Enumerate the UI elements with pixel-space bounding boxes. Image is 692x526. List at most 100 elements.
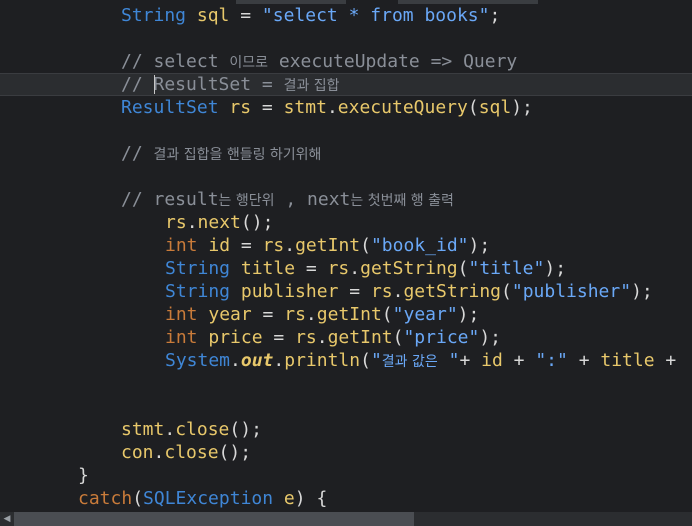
- code-line-comment[interactable]: // select 이므로 executeUpdate => Query: [121, 50, 517, 73]
- token-punctuation: (: [392, 327, 404, 348]
- token-string-korean: 결과 값은: [381, 354, 438, 370]
- token-punctuation: .: [305, 304, 317, 325]
- token-punctuation: );: [544, 258, 567, 279]
- code-line[interactable]: System.out.println("결과 값은 "+ id + ":" + …: [165, 349, 676, 372]
- code-line[interactable]: con.close();: [121, 441, 251, 464]
- token-identifier: rs: [262, 235, 285, 256]
- token-method: next: [197, 212, 241, 233]
- comment-text: //: [121, 143, 154, 164]
- token-punctuation: );: [511, 97, 533, 118]
- token-string: "book_id": [370, 235, 469, 256]
- token-punctuation: .: [316, 327, 328, 348]
- token-punctuation: ) {: [294, 488, 328, 509]
- code-line[interactable]: rs.next();: [165, 211, 273, 234]
- token-identifier: title: [600, 350, 655, 371]
- token-identifier: publisher: [240, 281, 339, 302]
- token-method: getInt: [316, 304, 382, 325]
- code-line[interactable]: ResultSet rs = stmt.executeQuery(sql);: [121, 96, 533, 119]
- token-type: String: [121, 5, 187, 26]
- scrollbar-thumb[interactable]: [14, 512, 414, 526]
- token-punctuation: (: [360, 235, 371, 256]
- code-line[interactable]: stmt.close();: [121, 418, 262, 441]
- horizontal-scrollbar[interactable]: ◀: [0, 512, 692, 526]
- code-line[interactable]: String sql = "select * from books";: [121, 4, 500, 27]
- token-identifier: con: [121, 442, 154, 463]
- token-identifier: rs: [295, 327, 317, 348]
- token-operator: =: [338, 281, 371, 302]
- token-punctuation: ();: [229, 419, 262, 440]
- token-method: close: [175, 419, 230, 440]
- comment-korean: 는 행단위: [218, 193, 275, 209]
- token-brace: }: [78, 465, 89, 486]
- code-line[interactable]: }: [78, 464, 89, 487]
- token-identifier: year: [208, 304, 252, 325]
- token-identifier: price: [208, 327, 263, 348]
- code-line[interactable]: int price = rs.getInt("price");: [165, 326, 501, 349]
- token-static-field: out: [240, 350, 274, 371]
- token-identifier: rs: [229, 97, 252, 118]
- code-line[interactable]: String title = rs.getString("title");: [165, 257, 566, 280]
- token-method: getString: [403, 281, 502, 302]
- current-line-highlight: [0, 73, 692, 96]
- token-punctuation: .: [186, 212, 198, 233]
- token-type: System: [165, 350, 231, 371]
- token-string: ":": [535, 350, 568, 371]
- text-cursor: [154, 75, 155, 94]
- token-punctuation: ();: [218, 442, 252, 463]
- comment-text: // result: [121, 189, 219, 210]
- token-punctuation: );: [479, 327, 502, 348]
- token-string: ": [437, 350, 460, 371]
- token-identifier: sql: [196, 5, 230, 26]
- token-keyword: int: [165, 327, 198, 348]
- token-operator: =: [295, 258, 328, 279]
- token-punctuation: (: [381, 304, 393, 325]
- token-punctuation: .: [392, 281, 404, 302]
- token-punctuation: ;: [489, 5, 501, 26]
- token-identifier: title: [240, 258, 296, 279]
- code-line[interactable]: int year = rs.getInt("year");: [165, 303, 479, 326]
- token-identifier: id: [208, 235, 231, 256]
- token-identifier: id: [481, 350, 503, 371]
- comment-text: , next: [274, 189, 351, 210]
- token-punctuation: .: [284, 235, 296, 256]
- token-punctuation: );: [631, 281, 653, 302]
- token-operator: +: [459, 350, 482, 371]
- token-operator: +: [567, 350, 601, 371]
- token-punctuation: .: [349, 258, 361, 279]
- token-string: ": [370, 350, 382, 371]
- code-line-comment[interactable]: // result는 행단위 , next는 첫번째 행 출력: [121, 188, 454, 211]
- token-punctuation: ();: [240, 212, 274, 233]
- token-identifier: stmt: [121, 419, 165, 440]
- token-string: "price": [403, 327, 480, 348]
- token-string: "publisher": [511, 281, 632, 302]
- token-method: println: [284, 350, 361, 371]
- token-keyword: catch: [78, 488, 133, 509]
- comment-korean: 는 첫번째 행 출력: [350, 193, 454, 209]
- code-line-comment[interactable]: // 결과 집합을 핸들링 하기위해: [121, 142, 321, 165]
- token-identifier: stmt: [283, 97, 327, 118]
- token-type: ResultSet: [121, 97, 219, 118]
- token-type: String: [165, 258, 231, 279]
- token-type: String: [165, 281, 231, 302]
- token-method: getInt: [327, 327, 393, 348]
- token-punctuation: );: [468, 235, 491, 256]
- code-line[interactable]: catch(SQLException e) {: [78, 487, 327, 510]
- comment-korean: 결과 집합을 핸들링 하기위해: [153, 147, 322, 163]
- token-string: "title": [468, 258, 545, 279]
- token-identifier: e: [283, 488, 295, 509]
- code-line[interactable]: int id = rs.getInt("book_id");: [165, 234, 490, 257]
- token-operator: =: [229, 5, 262, 26]
- token-method: getInt: [295, 235, 361, 256]
- comment-korean: 이므로: [229, 55, 269, 71]
- token-punctuation: );: [457, 304, 480, 325]
- token-operator: =: [262, 327, 296, 348]
- token-identifier: rs: [370, 281, 393, 302]
- comment-text: // ResultSet =: [121, 74, 284, 95]
- token-punctuation: .: [153, 442, 165, 463]
- token-string: "select * from books": [261, 5, 490, 26]
- code-line[interactable]: String publisher = rs.getString("publish…: [165, 280, 653, 303]
- scroll-left-arrow-icon[interactable]: ◀: [0, 512, 14, 526]
- token-identifier: rs: [284, 304, 306, 325]
- token-punctuation: (: [132, 488, 144, 509]
- code-editor[interactable]: String sql = "select * from books"; // s…: [0, 0, 692, 512]
